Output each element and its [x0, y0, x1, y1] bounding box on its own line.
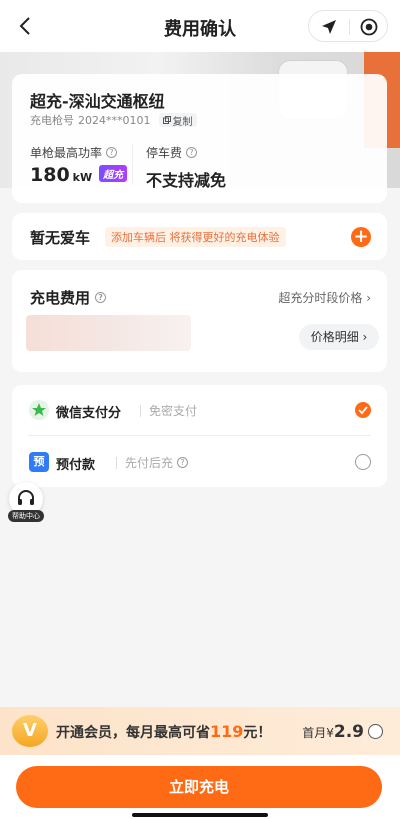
power-value: 180: [30, 164, 70, 186]
vip-price-label: 首月¥: [302, 726, 334, 740]
vip-promo-text: 开通会员，每月最高可省119元！: [56, 722, 271, 742]
vip-banner[interactable]: V 开通会员，每月最高可省119元！ 首月¥2.9: [0, 707, 400, 755]
station-card: 超充-深汕交通枢纽 充电枪号 2024***0101 复制 单枪最高功率 ? 1…: [12, 74, 387, 203]
period-price-link[interactable]: 超充分时段价格 ›: [278, 289, 371, 306]
parking-value: 不支持减免: [146, 171, 227, 190]
payment-name: 预付款: [56, 458, 96, 473]
help-center-label: 帮助中心: [8, 510, 44, 522]
gun-label: 充电枪号: [30, 114, 74, 127]
vip-logo-icon: V: [12, 715, 48, 747]
price-detail-button[interactable]: 价格明细 ›: [299, 324, 379, 350]
record-icon[interactable]: [360, 18, 378, 40]
parking-label-row: 停车费 ?: [146, 144, 198, 161]
power-label: 单枪最高功率: [30, 146, 103, 160]
station-name: 超充-深汕交通枢纽: [30, 92, 165, 111]
top-bar: 费用确认: [0, 0, 400, 52]
fee-amount-placeholder: [26, 315, 191, 351]
fee-title-row: 充电费用 ?: [30, 287, 107, 308]
vip-amount: 119: [210, 722, 244, 741]
prepay-icon: 预: [29, 452, 49, 472]
payment-sub: 先付后充: [125, 456, 174, 470]
fee-title: 充电费用: [30, 289, 91, 307]
payment-sub-row: 先付后充 ?: [116, 454, 189, 471]
copy-icon: [162, 116, 171, 124]
bottom-bar: 立即充电: [0, 755, 400, 819]
car-title: 暂无爱车: [30, 229, 91, 247]
help-center-button[interactable]: 帮助中心: [8, 482, 44, 522]
payment-option-prepay[interactable]: 预 预付款 先付后充 ?: [12, 437, 387, 487]
copy-label: 复制: [172, 116, 193, 128]
payment-option-wechat[interactable]: 微信支付分 免密支付: [12, 385, 387, 435]
question-icon[interactable]: ?: [177, 457, 189, 468]
add-car-icon[interactable]: +: [351, 227, 371, 247]
selected-radio[interactable]: [355, 402, 371, 418]
wechat-score-icon: [29, 400, 49, 420]
gun-number-row: 充电枪号 2024***0101 复制: [30, 112, 197, 128]
gun-number: 2024***0101: [78, 113, 151, 127]
super-charge-badge: 超充: [99, 165, 128, 182]
parking-label: 停车费: [146, 146, 183, 160]
mini-program-capsule: [308, 10, 388, 42]
home-indicator: [132, 813, 268, 817]
vip-text-suffix: 元！: [243, 725, 272, 741]
location-arrow-icon[interactable]: [320, 18, 338, 40]
payment-name: 微信支付分: [56, 406, 122, 421]
question-icon[interactable]: ?: [186, 147, 198, 158]
car-card[interactable]: 暂无爱车 添加车辆后 将获得更好的充电体验 +: [12, 213, 387, 260]
power-unit: kW: [72, 171, 93, 184]
unselected-radio[interactable]: [355, 454, 371, 470]
divider: [132, 144, 133, 184]
car-tip-tag: 添加车辆后 将获得更好的充电体验: [105, 227, 286, 247]
capsule-divider: [349, 19, 350, 35]
power-label-row: 单枪最高功率 ?: [30, 144, 118, 161]
vip-text-prefix: 开通会员，每月最高可省: [56, 725, 210, 741]
vip-price: 首月¥2.9: [302, 722, 364, 742]
question-icon[interactable]: ?: [106, 147, 118, 158]
payment-sub: 免密支付: [140, 402, 197, 419]
start-charging-button[interactable]: 立即充电: [16, 766, 382, 808]
copy-button[interactable]: 复制: [158, 113, 197, 128]
vip-radio[interactable]: [368, 724, 383, 739]
vip-price-value: 2.9: [333, 722, 364, 742]
payment-card: 微信支付分 免密支付 预 预付款 先付后充 ?: [12, 385, 387, 487]
divider: [28, 435, 371, 436]
question-icon[interactable]: ?: [95, 292, 107, 303]
fee-card: 充电费用 ? 超充分时段价格 › 价格明细 ›: [12, 270, 387, 372]
power-value-row: 180 kW 超充: [30, 164, 128, 186]
